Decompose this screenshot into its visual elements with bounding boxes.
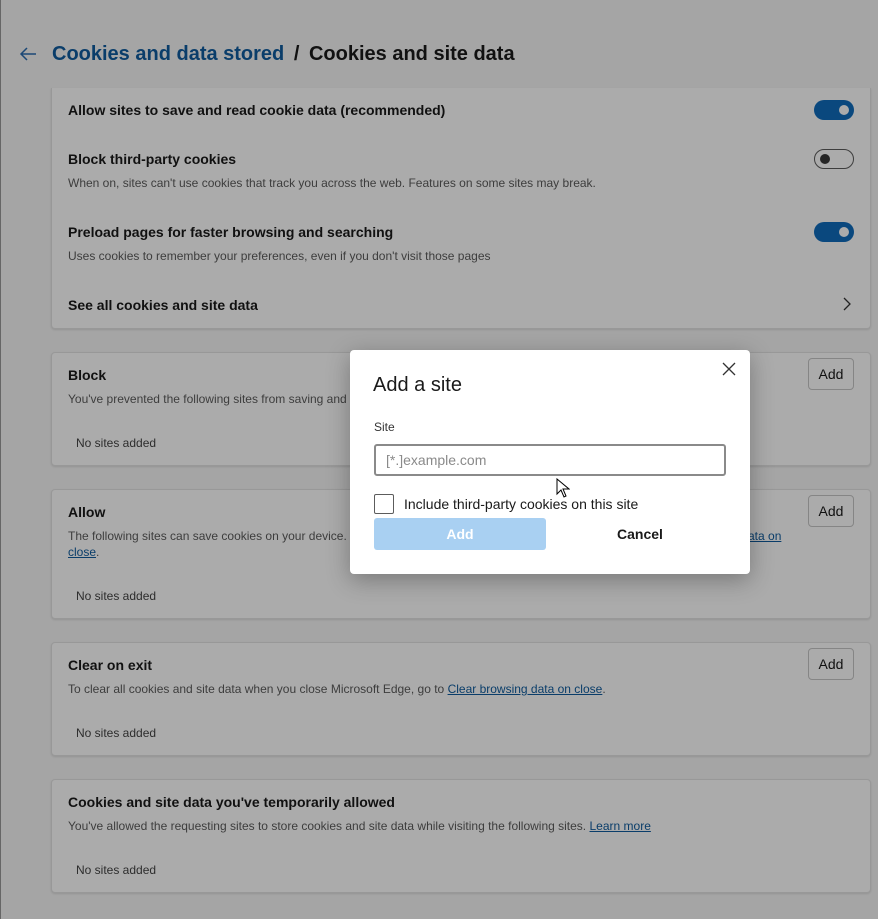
third-party-checkbox-row: Include third-party cookies on this site xyxy=(374,494,638,514)
site-input[interactable] xyxy=(374,444,726,476)
cancel-button[interactable]: Cancel xyxy=(554,518,726,550)
settings-page: Cookies and data stored / Cookies and si… xyxy=(0,0,878,919)
dialog-title: Add a site xyxy=(373,374,462,396)
mouse-pointer-icon xyxy=(556,478,570,498)
add-site-dialog: Add a site Site Include third-party cook… xyxy=(350,350,750,574)
window-edge xyxy=(0,0,1,919)
close-icon[interactable] xyxy=(720,360,738,378)
site-field-label: Site xyxy=(374,420,395,434)
add-button[interactable]: Add xyxy=(374,518,546,550)
third-party-checkbox[interactable] xyxy=(374,494,394,514)
third-party-checkbox-label: Include third-party cookies on this site xyxy=(404,496,639,512)
